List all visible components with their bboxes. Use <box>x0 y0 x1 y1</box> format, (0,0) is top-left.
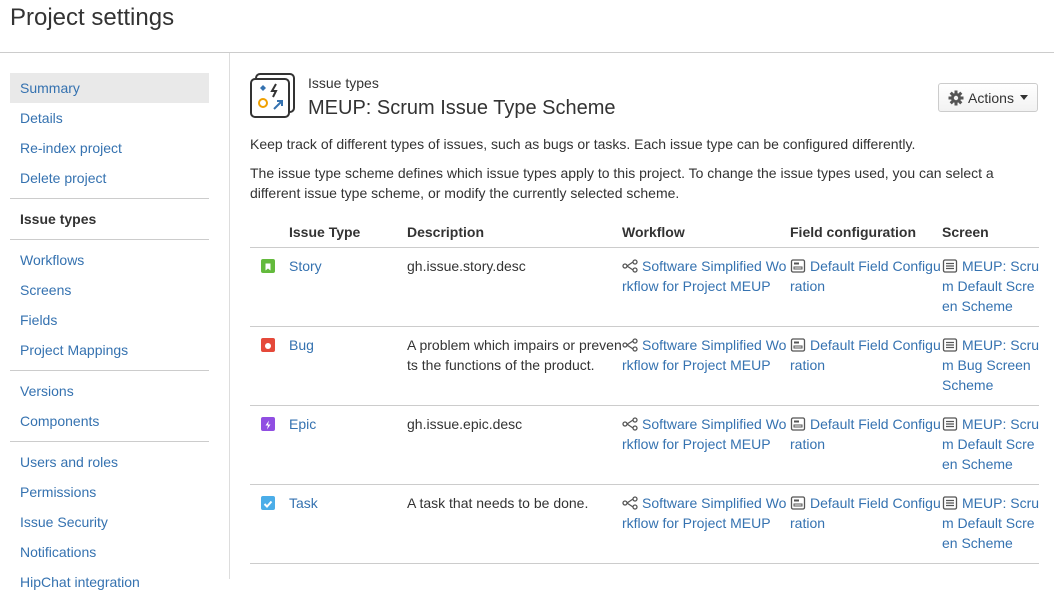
workflow-icon <box>622 338 638 352</box>
screen-icon <box>942 417 958 431</box>
workflow-icon <box>622 259 638 273</box>
screen-icon <box>942 259 958 273</box>
actions-label: Actions <box>968 89 1014 106</box>
sidebar-item-summary[interactable]: Summary <box>10 73 209 103</box>
sidebar-item-issue-types[interactable]: Issue types <box>10 204 209 234</box>
screen-icon <box>942 338 958 352</box>
field-configuration-link[interactable]: Default Field Configuration <box>790 258 941 294</box>
issue-types-table: Issue Type Description Workflow Field co… <box>250 217 1039 564</box>
issue-type-link[interactable]: Epic <box>289 416 316 432</box>
sidebar-item-permissions[interactable]: Permissions <box>10 477 209 507</box>
issue-type-link[interactable]: Story <box>289 258 322 274</box>
scheme-explanation-text: The issue type scheme defines which issu… <box>250 165 994 201</box>
field-configuration-icon <box>790 338 806 352</box>
table-row: Story gh.issue.story.desc Software Simpl… <box>250 247 1039 327</box>
sidebar-item-users-and-roles[interactable]: Users and roles <box>10 447 209 477</box>
table-row: Epic gh.issue.epic.desc Software Simplif… <box>250 405 1039 485</box>
workflow-icon <box>622 496 638 510</box>
table-row: Bug A problem which impairs or prevents … <box>250 326 1039 406</box>
sidebar: Summary Details Re-index project Delete … <box>0 53 230 590</box>
table-header-icon <box>250 217 289 248</box>
actions-button[interactable]: Actions <box>938 83 1038 112</box>
sidebar-item-notifications[interactable]: Notifications <box>10 537 209 567</box>
story-icon <box>261 259 275 273</box>
field-configuration-icon <box>790 259 806 273</box>
field-configuration-link[interactable]: Default Field Configuration <box>790 495 941 531</box>
issue-type-link[interactable]: Task <box>289 495 318 511</box>
field-configuration-icon <box>790 417 806 431</box>
table-header-row: Issue Type Description Workflow Field co… <box>250 217 1039 248</box>
column-header-workflow: Workflow <box>622 217 790 248</box>
task-icon <box>261 496 275 510</box>
bug-icon <box>261 338 275 352</box>
sidebar-item-details[interactable]: Details <box>10 103 209 133</box>
sidebar-item-reindex-project[interactable]: Re-index project <box>10 133 209 163</box>
sidebar-divider <box>10 441 209 442</box>
issue-description: gh.issue.epic.desc <box>407 405 622 485</box>
page-kicker: Issue types <box>308 75 379 91</box>
page-header: Project settings <box>0 0 1054 53</box>
workflow-icon <box>622 417 638 431</box>
issue-description: A task that needs to be done. <box>407 484 622 564</box>
column-header-screen: Screen <box>942 217 1039 248</box>
workflow-link[interactable]: Software Simplified Workflow for Project… <box>622 258 786 294</box>
screen-icon <box>942 496 958 510</box>
field-configuration-link[interactable]: Default Field Configuration <box>790 416 941 452</box>
sidebar-divider <box>10 198 209 199</box>
column-header-field-configuration: Field configuration <box>790 217 942 248</box>
table-row: Task A task that needs to be done. Softw… <box>250 484 1039 564</box>
sidebar-item-screens[interactable]: Screens <box>10 275 209 305</box>
column-header-issue-type: Issue Type <box>289 217 407 248</box>
field-configuration-link[interactable]: Default Field Configuration <box>790 337 941 373</box>
column-header-description: Description <box>407 217 622 248</box>
main-content: Issue types MEUP: Scrum Issue Type Schem… <box>230 53 1054 579</box>
field-configuration-icon <box>790 496 806 510</box>
sidebar-item-issue-security[interactable]: Issue Security <box>10 507 209 537</box>
sidebar-item-versions[interactable]: Versions <box>10 376 209 406</box>
sidebar-item-hipchat-integration[interactable]: HipChat integration <box>10 567 209 597</box>
workflow-link[interactable]: Software Simplified Workflow for Project… <box>622 337 786 373</box>
issue-type-scheme-icon <box>250 73 295 118</box>
gear-icon <box>948 90 964 105</box>
sidebar-item-components[interactable]: Components <box>10 406 209 436</box>
issue-description: A problem which impairs or prevents the … <box>407 326 622 406</box>
sidebar-divider <box>10 239 209 240</box>
epic-icon <box>261 417 275 431</box>
sidebar-divider <box>10 370 209 371</box>
sidebar-item-fields[interactable]: Fields <box>10 305 209 335</box>
sidebar-item-delete-project[interactable]: Delete project <box>10 163 209 193</box>
intro-text: Keep track of different types of issues,… <box>250 136 916 152</box>
sidebar-item-project-mappings[interactable]: Project Mappings <box>10 335 209 365</box>
page-title: Project settings <box>10 4 175 31</box>
sidebar-item-workflows[interactable]: Workflows <box>10 245 209 275</box>
chevron-down-icon <box>1019 95 1028 100</box>
workflow-link[interactable]: Software Simplified Workflow for Project… <box>622 495 786 531</box>
scheme-title: MEUP: Scrum Issue Type Scheme <box>308 97 616 119</box>
issue-type-link[interactable]: Bug <box>289 337 314 353</box>
issue-description: gh.issue.story.desc <box>407 247 622 327</box>
workflow-link[interactable]: Software Simplified Workflow for Project… <box>622 416 786 452</box>
